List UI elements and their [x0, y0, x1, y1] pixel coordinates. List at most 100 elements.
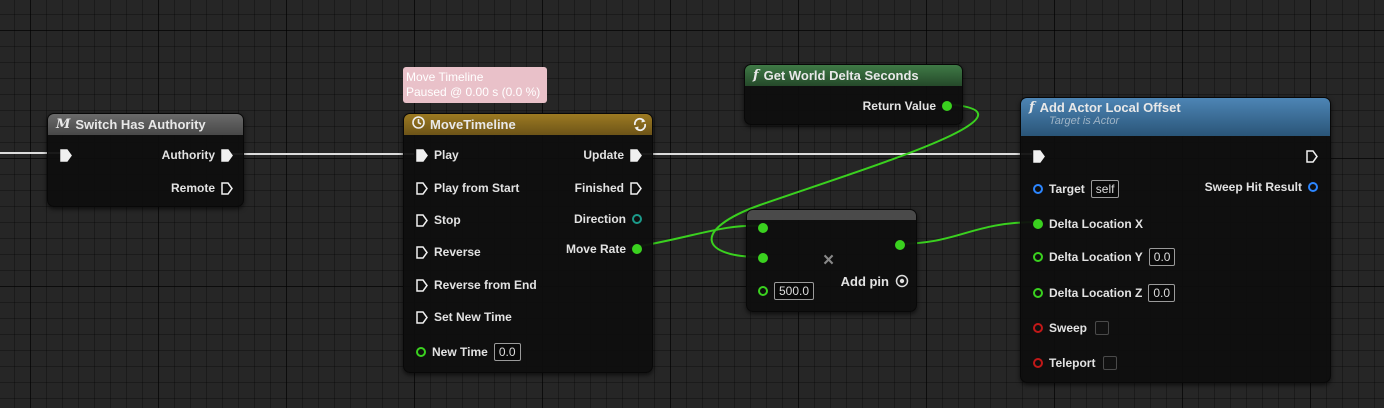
- delta-location-z-input-pin[interactable]: Delta Location Z 0.0: [1033, 283, 1176, 303]
- pin-label: Reverse: [434, 245, 481, 259]
- remote-output-pin[interactable]: Remote: [171, 178, 233, 198]
- reverse-input-pin[interactable]: Reverse: [416, 242, 481, 262]
- delta-location-x-input-pin[interactable]: Delta Location X: [1033, 214, 1143, 234]
- pin-label: Remote: [170, 181, 215, 195]
- play-from-start-input-pin[interactable]: Play from Start: [416, 178, 519, 198]
- float-pin-icon: [1033, 288, 1043, 298]
- multiply-output-pin[interactable]: [895, 235, 905, 255]
- multiply-input-b-pin[interactable]: [758, 248, 768, 268]
- object-pin-icon: [1033, 184, 1043, 194]
- exec-output-pin[interactable]: [1306, 146, 1318, 166]
- sweep-input-pin[interactable]: Sweep: [1033, 318, 1110, 338]
- pin-label: Move Rate: [565, 242, 626, 256]
- node-title: Get World Delta Seconds: [763, 68, 919, 83]
- new-time-field[interactable]: 0.0: [493, 343, 521, 361]
- delta-location-y-input-pin[interactable]: Delta Location Y 0.0: [1033, 247, 1176, 267]
- node-subtitle: Target is Actor: [1049, 115, 1120, 127]
- multiply-icon: ×: [823, 250, 835, 271]
- direction-output-pin[interactable]: Direction: [574, 209, 642, 229]
- float-pin-icon: [758, 223, 768, 233]
- exec-pin-icon: [416, 278, 428, 292]
- delta-y-field[interactable]: 0.0: [1148, 248, 1176, 266]
- float-pin-icon: [942, 101, 952, 111]
- target-input-pin[interactable]: Target self: [1033, 179, 1120, 199]
- exec-pin-icon: [416, 245, 428, 259]
- exec-pin-icon: [416, 148, 428, 162]
- function-icon: f: [1029, 100, 1035, 115]
- move-rate-output-pin[interactable]: Move Rate: [566, 239, 642, 259]
- sweep-hit-result-output-pin[interactable]: Sweep Hit Result: [1205, 177, 1318, 197]
- exec-pin-icon: [630, 148, 642, 162]
- pin-label: Play from Start: [434, 181, 520, 195]
- macro-icon: M: [56, 117, 71, 132]
- enum-pin-icon: [632, 214, 642, 224]
- teleport-input-pin[interactable]: Teleport: [1033, 353, 1118, 373]
- get-world-delta-seconds-node[interactable]: f Get World Delta Seconds Return Value: [744, 64, 963, 125]
- node-title: Switch Has Authority: [75, 117, 206, 132]
- stop-input-pin[interactable]: Stop: [416, 210, 461, 230]
- pin-label: Stop: [434, 213, 461, 227]
- new-time-input-pin[interactable]: New Time 0.0: [416, 342, 521, 362]
- set-new-time-input-pin[interactable]: Set New Time: [416, 307, 512, 327]
- float-pin-icon: [758, 286, 768, 296]
- float-pin-icon: [1033, 219, 1043, 229]
- multiply-value-field[interactable]: 500.0: [774, 282, 815, 300]
- add-circle-icon: [895, 274, 909, 288]
- float-pin-icon: [416, 347, 426, 357]
- pin-label: Delta Location X: [1049, 217, 1144, 231]
- node-title: Add Actor Local Offset: [1039, 100, 1181, 115]
- play-input-pin[interactable]: Play: [416, 145, 459, 165]
- exec-pin-icon: [221, 181, 233, 195]
- clock-icon: [412, 116, 425, 133]
- finished-output-pin[interactable]: Finished: [575, 178, 642, 198]
- node-header[interactable]: f Get World Delta Seconds: [745, 65, 962, 86]
- bool-pin-icon: [1033, 358, 1043, 368]
- multiply-input-c-pin[interactable]: 500.0: [758, 281, 815, 301]
- exec-pin-icon: [60, 148, 72, 162]
- pin-label: Delta Location Y: [1049, 250, 1143, 264]
- struct-pin-icon: [1308, 182, 1318, 192]
- move-timeline-node[interactable]: MoveTimeline Play Play from Start Stop R…: [403, 113, 653, 373]
- update-output-pin[interactable]: Update: [583, 145, 642, 165]
- float-pin-icon: [758, 253, 768, 263]
- pin-label: Set New Time: [434, 310, 512, 324]
- exec-pin-icon: [1306, 149, 1318, 163]
- exec-input-pin[interactable]: [1033, 146, 1045, 166]
- target-field[interactable]: self: [1090, 180, 1120, 198]
- exec-input-pin[interactable]: [60, 145, 72, 165]
- delta-z-field[interactable]: 0.0: [1148, 284, 1176, 302]
- pin-label: Authority: [161, 148, 215, 162]
- return-value-output-pin[interactable]: Return Value: [863, 96, 952, 116]
- multiply-input-a-pin[interactable]: [758, 218, 768, 238]
- authority-output-pin[interactable]: Authority: [162, 145, 233, 165]
- wire-multiply-deltax: [896, 221, 1039, 245]
- add-pin-button[interactable]: Add pin: [841, 271, 909, 291]
- node-header[interactable]: M Switch Has Authority: [48, 114, 243, 135]
- tooltip-title: Move Timeline: [406, 70, 484, 84]
- exec-pin-icon: [416, 181, 428, 195]
- reverse-from-end-input-pin[interactable]: Reverse from End: [416, 275, 537, 295]
- sweep-checkbox[interactable]: [1095, 321, 1110, 335]
- node-title: MoveTimeline: [430, 117, 516, 132]
- pin-label: Finished: [574, 181, 624, 195]
- float-pin-icon: [895, 240, 905, 250]
- timeline-status-tooltip: Move Timeline Paused @ 0.00 s (0.0 %): [403, 67, 547, 103]
- node-header[interactable]: MoveTimeline: [404, 114, 652, 135]
- switch-has-authority-node[interactable]: M Switch Has Authority Authority Remote: [47, 113, 244, 207]
- pin-label: Sweep Hit Result: [1204, 180, 1302, 194]
- node-header[interactable]: [747, 210, 916, 220]
- pin-label: Update: [583, 148, 624, 162]
- float-pin-icon: [1033, 252, 1043, 262]
- function-icon: f: [753, 68, 759, 83]
- pin-label: Play: [434, 148, 459, 162]
- teleport-checkbox[interactable]: [1103, 356, 1118, 370]
- pin-label: Direction: [573, 212, 626, 226]
- node-header[interactable]: f Add Actor Local Offset Target is Actor: [1021, 98, 1330, 136]
- loop-icon[interactable]: [632, 117, 648, 135]
- pin-label: Reverse from End: [434, 278, 537, 292]
- float-pin-icon: [632, 244, 642, 254]
- add-actor-local-offset-node[interactable]: f Add Actor Local Offset Target is Actor…: [1020, 97, 1331, 383]
- pin-label: Delta Location Z: [1049, 286, 1143, 300]
- exec-pin-icon: [416, 213, 428, 227]
- multiply-node[interactable]: 500.0 × Add pin: [746, 209, 917, 312]
